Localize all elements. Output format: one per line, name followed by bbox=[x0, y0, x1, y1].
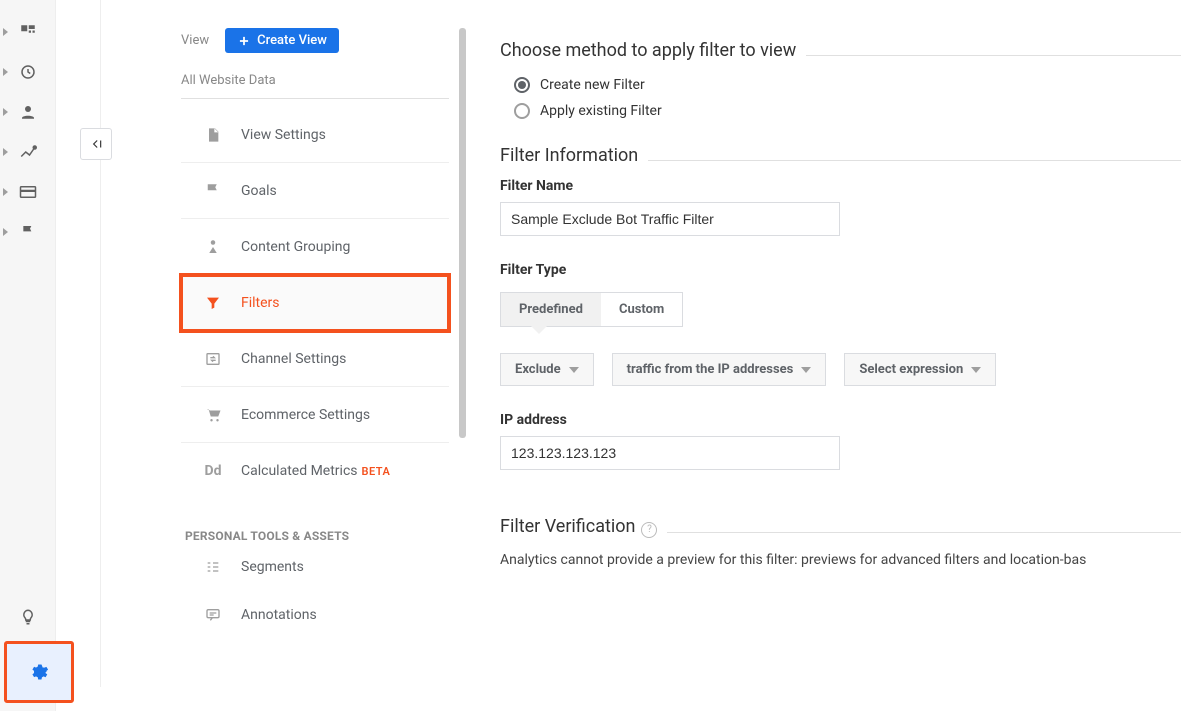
nav-label: Content Grouping bbox=[241, 239, 350, 255]
divider bbox=[181, 98, 449, 99]
nav-label: Annotations bbox=[241, 607, 317, 623]
choose-method-heading: Choose method to apply filter to view bbox=[500, 40, 796, 61]
radio-create-new[interactable]: Create new Filter bbox=[514, 77, 1181, 93]
nav-segments[interactable]: Segments bbox=[181, 543, 449, 591]
ip-address-label: IP address bbox=[500, 412, 1181, 428]
admin-view-panel: View Create View All Website Data View S… bbox=[100, 0, 466, 687]
card-icon bbox=[19, 185, 37, 199]
filter-verification-heading: Filter Verification? bbox=[500, 516, 657, 538]
dropdown-expression[interactable]: Select expression bbox=[844, 353, 996, 386]
filter-name-label: Filter Name bbox=[500, 178, 1181, 194]
view-label: View bbox=[181, 33, 209, 48]
dropdown-label: traffic from the IP addresses bbox=[627, 362, 794, 377]
filter-info-heading: Filter Information bbox=[500, 145, 638, 166]
filter-type-tabs: Predefined Custom bbox=[500, 292, 683, 327]
help-icon[interactable]: ? bbox=[641, 522, 657, 538]
dropdown-label: Select expression bbox=[859, 362, 963, 377]
nav-view-settings[interactable]: View Settings bbox=[181, 107, 449, 163]
rail-realtime[interactable] bbox=[0, 52, 56, 92]
nav-label: Filters bbox=[241, 295, 280, 311]
flag-icon bbox=[204, 182, 222, 200]
nav-channel-settings[interactable]: Channel Settings bbox=[181, 331, 449, 387]
person-arrows-icon bbox=[204, 238, 222, 256]
filter-editor: Choose method to apply filter to view Cr… bbox=[500, 40, 1181, 568]
radio-dot-icon bbox=[514, 103, 530, 119]
nav-label: Channel Settings bbox=[241, 351, 346, 367]
collapse-panel-button[interactable] bbox=[80, 128, 112, 160]
cart-icon bbox=[203, 406, 223, 424]
personal-tools-header: PERSONAL TOOLS & ASSETS bbox=[181, 529, 466, 543]
nav-label: View Settings bbox=[241, 127, 326, 143]
bulb-icon bbox=[19, 608, 37, 626]
gear-icon bbox=[29, 662, 49, 682]
rail-admin-highlight bbox=[4, 641, 74, 703]
page-icon bbox=[205, 125, 221, 145]
rail-admin[interactable] bbox=[29, 662, 49, 682]
dd-icon: Dd bbox=[201, 463, 225, 479]
nav-annotations[interactable]: Annotations bbox=[181, 591, 449, 639]
nav-ecommerce[interactable]: Ecommerce Settings bbox=[181, 387, 449, 443]
flow-icon bbox=[18, 143, 38, 161]
dropdown-action[interactable]: Exclude bbox=[500, 353, 594, 386]
tab-predefined[interactable]: Predefined bbox=[501, 293, 601, 326]
rule bbox=[648, 160, 1181, 161]
chat-icon bbox=[204, 607, 222, 623]
rail-behavior[interactable] bbox=[0, 172, 56, 212]
tab-custom[interactable]: Custom bbox=[601, 293, 682, 326]
rail-acquisition[interactable] bbox=[0, 132, 56, 172]
nav-calculated-metrics[interactable]: Dd Calculated Metrics BETA bbox=[181, 443, 449, 499]
panel-scrollbar[interactable] bbox=[459, 28, 466, 438]
create-view-label: Create View bbox=[257, 33, 327, 48]
rail-dashboard[interactable] bbox=[0, 12, 56, 52]
plus-icon bbox=[237, 34, 251, 48]
nav-label: Segments bbox=[241, 559, 304, 575]
view-nav: View Settings Goals Content Grouping Fil… bbox=[181, 107, 466, 639]
chevron-down-icon bbox=[971, 367, 981, 373]
funnel-icon bbox=[205, 295, 221, 311]
beta-badge: BETA bbox=[362, 465, 391, 478]
rail-discover[interactable] bbox=[0, 593, 56, 641]
radio-label: Create new Filter bbox=[540, 77, 645, 93]
chevron-down-icon bbox=[569, 367, 579, 373]
radio-apply-existing[interactable]: Apply existing Filter bbox=[514, 103, 1181, 119]
radio-dot-icon bbox=[514, 77, 530, 93]
rail-audience[interactable] bbox=[0, 92, 56, 132]
radio-label: Apply existing Filter bbox=[540, 103, 662, 119]
create-view-button[interactable]: Create View bbox=[225, 28, 339, 53]
swap-icon bbox=[204, 351, 222, 367]
flag-icon bbox=[20, 223, 36, 241]
dropdown-source[interactable]: traffic from the IP addresses bbox=[612, 353, 827, 386]
segments-icon bbox=[204, 559, 222, 575]
user-icon bbox=[19, 103, 37, 121]
arrow-left-icon bbox=[87, 137, 105, 151]
rail-conversions[interactable] bbox=[0, 212, 56, 252]
nav-label: Ecommerce Settings bbox=[241, 407, 370, 423]
verification-note: Analytics cannot provide a preview for t… bbox=[500, 552, 1181, 568]
left-icon-rail bbox=[0, 0, 56, 711]
clock-icon bbox=[19, 63, 37, 81]
chevron-down-icon bbox=[801, 367, 811, 373]
view-name[interactable]: All Website Data bbox=[181, 73, 466, 88]
nav-label: Goals bbox=[241, 183, 277, 199]
nav-goals[interactable]: Goals bbox=[181, 163, 449, 219]
dropdown-label: Exclude bbox=[515, 362, 561, 377]
nav-label: Calculated Metrics bbox=[241, 463, 358, 479]
nav-content-grouping[interactable]: Content Grouping bbox=[181, 219, 449, 275]
rule bbox=[806, 55, 1181, 56]
filter-type-label: Filter Type bbox=[500, 262, 1181, 278]
ip-address-input[interactable] bbox=[500, 436, 840, 470]
dashboard-icon bbox=[19, 23, 37, 41]
rule bbox=[667, 532, 1181, 533]
nav-filters[interactable]: Filters bbox=[181, 275, 449, 331]
filter-name-input[interactable] bbox=[500, 202, 840, 236]
